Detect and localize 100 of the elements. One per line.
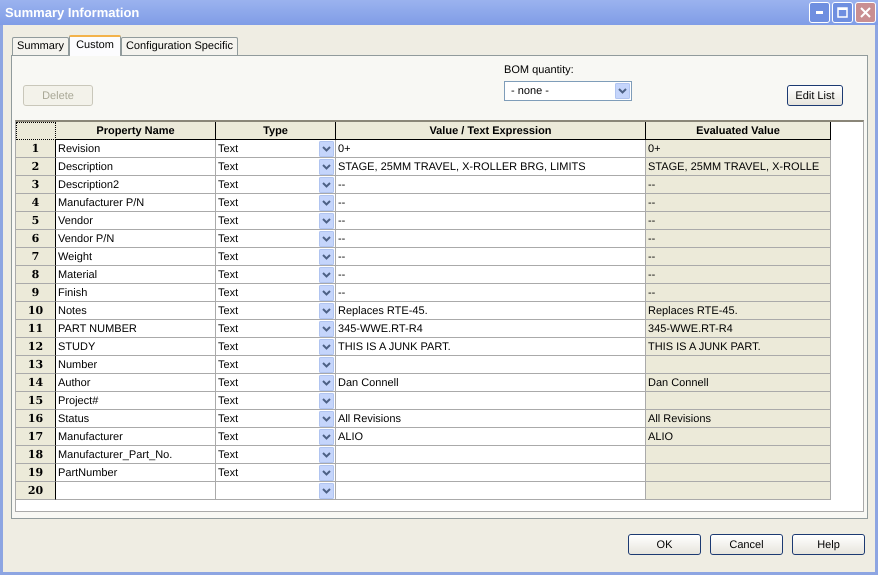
table-cell[interactable]: Manufacturer P/N <box>56 194 216 212</box>
table-cell[interactable]: Dan Connell <box>336 374 646 392</box>
row-number: 3 <box>16 176 56 194</box>
table-cell[interactable]: -- <box>336 266 646 284</box>
table-cell[interactable]: THIS IS A JUNK PART. <box>336 338 646 356</box>
table-cell[interactable]: PART NUMBER <box>56 320 216 338</box>
table-cell[interactable]: Description <box>56 158 216 176</box>
table-cell: THIS IS A JUNK PART. <box>646 338 831 356</box>
table-cell[interactable]: -- <box>336 230 646 248</box>
table-cell[interactable]: 345-WWE.RT-R4 <box>336 320 646 338</box>
row-number: 18 <box>16 446 56 464</box>
column-header: Value / Text Expression <box>336 122 646 140</box>
row-number: 1 <box>16 140 56 158</box>
row-number: 19 <box>16 464 56 482</box>
table-cell: Replaces RTE-45. <box>646 302 831 320</box>
table-cell[interactable]: 0+ <box>336 140 646 158</box>
edit-list-button[interactable]: Edit List <box>787 85 843 106</box>
tab[interactable]: Summary <box>12 37 70 55</box>
table-cell[interactable] <box>336 464 646 482</box>
table-cell[interactable]: -- <box>336 194 646 212</box>
table-cell[interactable] <box>336 482 646 500</box>
table-cell[interactable]: Material <box>56 266 216 284</box>
table-cell[interactable]: -- <box>336 248 646 266</box>
type-dropdown[interactable]: Text <box>216 320 336 338</box>
row-number: 10 <box>16 302 56 320</box>
type-dropdown[interactable]: Text <box>216 338 336 356</box>
table-cell[interactable]: STUDY <box>56 338 216 356</box>
window-title: Summary Information <box>5 5 140 20</box>
cancel-button[interactable]: Cancel <box>710 534 783 555</box>
table-cell[interactable]: Finish <box>56 284 216 302</box>
field-label: BOM quantity: <box>504 64 575 76</box>
minimize-icon <box>816 11 823 14</box>
table-cell[interactable]: Vendor P/N <box>56 230 216 248</box>
type-dropdown[interactable] <box>216 482 336 500</box>
table-cell[interactable]: Author <box>56 374 216 392</box>
row-number: 9 <box>16 284 56 302</box>
type-dropdown[interactable]: Text <box>216 140 336 158</box>
table-cell[interactable] <box>336 446 646 464</box>
table-cell[interactable]: -- <box>336 284 646 302</box>
table-cell: -- <box>646 176 831 194</box>
table-cell[interactable]: PartNumber <box>56 464 216 482</box>
row-number: 7 <box>16 248 56 266</box>
tab[interactable]: Configuration Specific <box>120 37 238 55</box>
table-cell[interactable]: ALIO <box>336 428 646 446</box>
table-cell: -- <box>646 212 831 230</box>
table-cell: ALIO <box>646 428 831 446</box>
type-dropdown[interactable]: Text <box>216 392 336 410</box>
table-cell[interactable]: Revision <box>56 140 216 158</box>
row-number: 15 <box>16 392 56 410</box>
table-cell[interactable]: Replaces RTE-45. <box>336 302 646 320</box>
type-dropdown[interactable]: Text <box>216 374 336 392</box>
table-cell: -- <box>646 230 831 248</box>
type-dropdown[interactable]: Text <box>216 446 336 464</box>
table-cell[interactable]: Status <box>56 410 216 428</box>
type-dropdown[interactable]: Text <box>216 302 336 320</box>
help-button[interactable]: Help <box>792 534 865 555</box>
maximize-button[interactable] <box>832 2 853 23</box>
type-dropdown[interactable]: Text <box>216 266 336 284</box>
table-cell: All Revisions <box>646 410 831 428</box>
type-dropdown[interactable]: Text <box>216 464 336 482</box>
table-cell[interactable]: Weight <box>56 248 216 266</box>
type-dropdown[interactable]: Text <box>216 158 336 176</box>
table-cell[interactable] <box>56 482 216 500</box>
table-cell[interactable]: Manufacturer <box>56 428 216 446</box>
tab[interactable]: Custom <box>69 35 121 56</box>
table-cell[interactable]: Notes <box>56 302 216 320</box>
row-number: 16 <box>16 410 56 428</box>
table-cell[interactable]: -- <box>336 212 646 230</box>
type-dropdown[interactable]: Text <box>216 212 336 230</box>
column-header: Evaluated Value <box>646 122 831 140</box>
table-cell[interactable]: Number <box>56 356 216 374</box>
type-dropdown[interactable]: Text <box>216 176 336 194</box>
table-cell[interactable]: Description2 <box>56 176 216 194</box>
table-cell[interactable]: Vendor <box>56 212 216 230</box>
row-number: 8 <box>16 266 56 284</box>
table-cell[interactable]: All Revisions <box>336 410 646 428</box>
table-cell[interactable]: Manufacturer_Part_No. <box>56 446 216 464</box>
table-cell[interactable] <box>336 392 646 410</box>
table-cell: -- <box>646 266 831 284</box>
ok-button[interactable]: OK <box>628 534 701 555</box>
type-dropdown[interactable]: Text <box>216 410 336 428</box>
table-cell[interactable]: Project# <box>56 392 216 410</box>
row-number: 4 <box>16 194 56 212</box>
table-cell[interactable]: -- <box>336 176 646 194</box>
close-button[interactable] <box>855 2 876 23</box>
minimize-button[interactable] <box>809 2 830 23</box>
row-number: 17 <box>16 428 56 446</box>
type-dropdown[interactable]: Text <box>216 194 336 212</box>
type-dropdown[interactable]: Text <box>216 356 336 374</box>
row-number: 12 <box>16 338 56 356</box>
corner-cell <box>16 122 56 140</box>
table-cell[interactable] <box>336 356 646 374</box>
type-dropdown[interactable]: Text <box>216 428 336 446</box>
type-dropdown[interactable]: Text <box>216 230 336 248</box>
row-number: 13 <box>16 356 56 374</box>
row-number: 14 <box>16 374 56 392</box>
table-cell[interactable]: STAGE, 25MM TRAVEL, X-ROLLER BRG, LIMITS <box>336 158 646 176</box>
type-dropdown[interactable]: Text <box>216 248 336 266</box>
type-dropdown[interactable]: Text <box>216 284 336 302</box>
bom-quantity-dropdown[interactable]: - none - <box>504 81 632 101</box>
